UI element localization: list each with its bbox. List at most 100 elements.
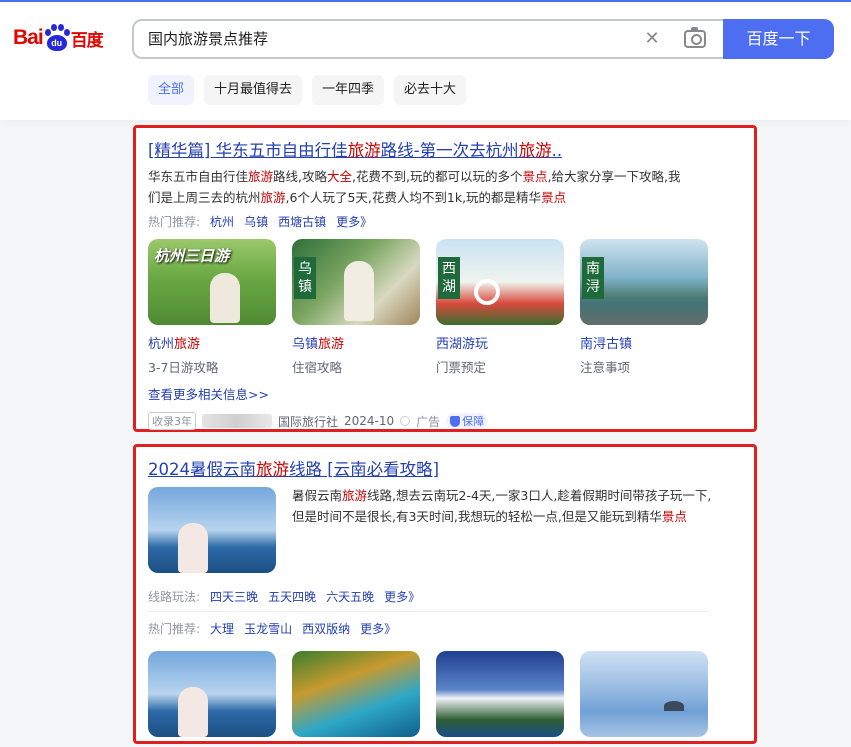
result-snippet: 暑假云南旅游线路,想去云南玩2-4天,一家3口人,趁着假期时间带孩子玩一下,但是…	[292, 485, 712, 527]
source-agency: 国际旅行社	[278, 414, 339, 429]
camera-icon[interactable]	[684, 27, 706, 48]
snippet-text: ,花费不到,玩的都可以玩的多个	[352, 169, 523, 184]
route-link[interactable]: 四天三晚	[210, 588, 258, 605]
tab-four-seasons[interactable]: 一年四季	[312, 75, 385, 105]
title-highlight: 旅游	[347, 141, 381, 160]
thumb-image-wuzhen[interactable]: 乌镇	[292, 239, 420, 325]
tab-top-ten[interactable]: 必去十大	[394, 75, 467, 105]
route-label: 线路玩法:	[148, 590, 201, 604]
result-title[interactable]: [精华篇] 华东五市自由行佳旅游路线-第一次去杭州旅游..	[148, 137, 562, 161]
info-icon[interactable]	[400, 416, 411, 426]
snippet-highlight: 大全	[327, 169, 353, 184]
result-source: 收录3年 国际旅行社 2024-10 广告 保障	[148, 412, 489, 430]
thumb-image-xihu[interactable]: 西湖	[436, 239, 564, 325]
search-query-text: 国内旅游景点推荐	[148, 30, 269, 48]
moon-gate	[474, 279, 500, 305]
snippet-highlight: 景点	[522, 169, 548, 184]
indexed-badge: 收录3年	[148, 412, 196, 430]
result-title[interactable]: 2024暑假云南旅游线路 [云南必看攻略]	[148, 456, 439, 480]
title-highlight: 旅游	[256, 460, 289, 479]
thumb-item[interactable]: 杭州三日游 杭州旅游 3-7日游攻略	[148, 239, 276, 376]
logo-text-baidu: 百度	[70, 30, 104, 51]
snippet-text: 路线,攻略	[273, 169, 328, 184]
snippet-highlight: 景点	[541, 190, 567, 205]
hot-more-link[interactable]: 更多》	[360, 620, 396, 637]
person-figure	[210, 273, 240, 323]
tab-october[interactable]: 十月最值得去	[204, 75, 303, 105]
title-part: ..	[551, 141, 563, 160]
hot-link[interactable]: 乌镇	[244, 213, 268, 230]
hot-more-link[interactable]: 更多》	[336, 213, 372, 230]
route-link[interactable]: 六天五晚	[326, 588, 374, 605]
result-main-image[interactable]	[148, 487, 276, 573]
snippet-text: 华东五市自由行佳	[148, 169, 249, 184]
thumb-caption[interactable]: 杭州旅游	[148, 333, 276, 352]
snippet-highlight: 旅游	[248, 169, 274, 184]
island-silhouette	[664, 701, 684, 711]
snippet-text: 们是上周三去的杭州	[148, 190, 261, 205]
thumb-grid	[148, 651, 708, 737]
hot-label: 热门推荐:	[148, 622, 201, 636]
top-bar: Bai du 百度 国内旅游景点推荐 ✕ 百度一下 全部 十月最值得去 一年四季…	[0, 0, 851, 120]
blurred-source-name	[202, 414, 272, 428]
hot-link[interactable]: 大理	[210, 620, 234, 637]
paw-icon: du	[44, 23, 70, 53]
thumb-caption[interactable]: 西湖游玩	[436, 333, 564, 352]
result-card-1: [精华篇] 华东五市自由行佳旅游路线-第一次去杭州旅游.. 华东五市自由行佳旅游…	[133, 125, 757, 432]
route-row: 线路玩法: 四天三晚 五天四晚 六天五晚 更多》	[148, 588, 420, 605]
thumb-overlay-title: 西湖	[438, 257, 460, 299]
thumb-item[interactable]	[292, 651, 420, 737]
divider	[148, 611, 708, 612]
thumb-item[interactable]	[436, 651, 564, 737]
logo-text-du: du	[46, 35, 67, 51]
thumb-item[interactable]: 南浔 南浔古镇 注意事项	[580, 239, 708, 376]
snippet-text: 暑假云南	[292, 488, 343, 503]
person-figure	[178, 687, 208, 737]
hot-recommend-row: 热门推荐: 杭州 乌镇 西塘古镇 更多》	[148, 213, 372, 230]
tab-all[interactable]: 全部	[148, 75, 195, 105]
source-date: 2024-10	[344, 414, 395, 428]
snippet-highlight: 旅游	[342, 488, 368, 503]
thumb-image-jade-lake[interactable]	[292, 651, 420, 737]
title-highlight: 旅游	[518, 141, 552, 160]
thumb-item[interactable]: 乌镇 乌镇旅游 住宿攻略	[292, 239, 420, 376]
ad-label: 广告	[416, 414, 441, 429]
route-more-link[interactable]: 更多》	[384, 588, 420, 605]
hot-link[interactable]: 西双版纳	[302, 620, 350, 637]
snippet-highlight: 旅游	[260, 190, 286, 205]
snippet-text: ,6个人玩了5天,花费人均不到1k,玩的都是精华	[285, 190, 542, 205]
result-card-2: 2024暑假云南旅游线路 [云南必看攻略] 暑假云南旅游线路,想去云南玩2-4天…	[133, 444, 757, 744]
thumb-image-snow-mountain[interactable]	[436, 651, 564, 737]
thumb-item[interactable]	[148, 651, 276, 737]
protection-label: 保障	[462, 415, 485, 428]
thumb-image-hangzhou[interactable]: 杭州三日游	[148, 239, 276, 325]
thumb-item[interactable]: 西湖 西湖游玩 门票预定	[436, 239, 564, 376]
protection-badge[interactable]: 保障	[446, 413, 489, 429]
title-part: 线路 [云南必看攻略]	[289, 460, 440, 479]
thumb-caption[interactable]: 乌镇旅游	[292, 333, 420, 352]
title-part: 2024暑假云南	[148, 460, 256, 479]
hot-link[interactable]: 玉龙雪山	[244, 620, 292, 637]
thumb-subcaption: 住宿攻略	[292, 360, 343, 375]
thumb-item[interactable]	[580, 651, 708, 737]
search-input[interactable]: 国内旅游景点推荐 ✕	[132, 19, 723, 59]
thumb-subcaption: 门票预定	[436, 360, 487, 375]
thumb-subcaption: 3-7日游攻略	[148, 360, 219, 375]
canal-water	[580, 299, 708, 325]
search-button[interactable]: 百度一下	[723, 19, 834, 59]
thumb-caption[interactable]: 南浔古镇	[580, 333, 708, 352]
thumb-image-nanxun[interactable]: 南浔	[580, 239, 708, 325]
thumb-image-erhai[interactable]	[148, 487, 276, 573]
close-icon[interactable]: ✕	[642, 29, 662, 49]
route-link[interactable]: 五天四晚	[268, 588, 316, 605]
title-part: 路线-第一次去杭州	[380, 141, 519, 160]
hot-link[interactable]: 杭州	[210, 213, 234, 230]
thumb-overlay-title: 乌镇	[294, 257, 316, 299]
hot-link[interactable]: 西塘古镇	[278, 213, 326, 230]
see-more-link[interactable]: 查看更多相关信息>>	[148, 384, 269, 403]
thumb-overlay-title: 南浔	[582, 257, 604, 299]
thumb-subcaption: 注意事项	[580, 360, 631, 375]
thumb-image-dali[interactable]	[148, 651, 276, 737]
thumb-image-lake-sky[interactable]	[580, 651, 708, 737]
baidu-logo[interactable]: Bai du 百度	[13, 20, 117, 56]
